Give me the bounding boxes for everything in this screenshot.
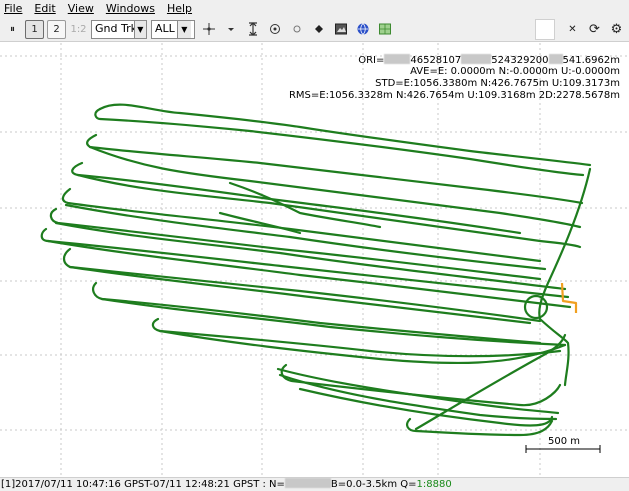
center-icon[interactable] bbox=[265, 20, 284, 39]
plot-canvas bbox=[0, 43, 629, 477]
solution-1-button[interactable]: 1 bbox=[25, 19, 44, 39]
menu-edit[interactable]: Edit bbox=[34, 0, 55, 17]
track-line bbox=[76, 173, 582, 249]
dropdown-arrow-icon[interactable] bbox=[221, 20, 240, 39]
quality-count: 1:8880 bbox=[416, 479, 452, 490]
menu-view[interactable]: View bbox=[68, 0, 94, 17]
image-icon[interactable] bbox=[331, 20, 350, 39]
toolbar: ⏸ 1 2 1:2 Gnd Trk ▼ ALL ▼ ✕ ⟳ ⚙ bbox=[0, 17, 629, 42]
track-line bbox=[71, 161, 522, 235]
rtkplot-window: File Edit View Windows Help ⏸ 1 2 1:2 Gn… bbox=[0, 0, 629, 491]
globe-icon[interactable] bbox=[353, 20, 372, 39]
menu-windows[interactable]: Windows bbox=[106, 0, 155, 17]
solution-filter-select[interactable]: ALL ▼ bbox=[151, 19, 195, 39]
rms-readout: RMS=E:1056.3328m N:426.7654m U:109.3168m… bbox=[288, 90, 620, 101]
track-loop bbox=[523, 294, 549, 320]
ground-track-plot[interactable]: ORI= 46528107 524329200 541.6962m AVE=E: 0.… bbox=[0, 43, 629, 477]
toolbar-input-field[interactable] bbox=[535, 18, 555, 40]
status-text: [1]2017/07/11 10:47:16 GPST-07/11 12:48:… bbox=[1, 479, 285, 490]
refresh-icon[interactable]: ⟳ bbox=[585, 20, 604, 39]
pause-button[interactable]: ⏸ bbox=[3, 20, 22, 39]
menu-bar: File Edit View Windows Help bbox=[0, 0, 629, 17]
solution-2-button[interactable]: 2 bbox=[47, 19, 66, 39]
fit-vertical-icon[interactable] bbox=[243, 20, 262, 39]
track-line bbox=[94, 107, 585, 177]
chevron-down-icon: ▼ bbox=[133, 20, 146, 38]
solution-filter-value: ALL bbox=[155, 21, 175, 35]
plot-type-value: Gnd Trk bbox=[95, 21, 134, 35]
crosshair-icon[interactable] bbox=[199, 20, 218, 39]
scale-bar-label: 500 m bbox=[548, 436, 581, 447]
close-icon[interactable]: ✕ bbox=[563, 20, 582, 39]
map-layer-icon[interactable] bbox=[375, 20, 394, 39]
point-icon[interactable] bbox=[309, 20, 328, 39]
chevron-down-icon: ▼ bbox=[176, 20, 191, 38]
average-readout: AVE=E: 0.0000m N:-0.0000m U:-0.0000m bbox=[410, 66, 620, 77]
menu-file[interactable]: File bbox=[4, 0, 22, 17]
std-readout: STD=E:1056.3380m N:426.7675m U:109.3173m bbox=[375, 78, 620, 89]
status-bar: [1]2017/07/11 10:47:16 GPST-07/11 12:48:… bbox=[0, 477, 629, 491]
track-line bbox=[151, 317, 562, 358]
plot-type-select[interactable]: Gnd Trk ▼ bbox=[91, 19, 147, 39]
solution-1-2-button[interactable]: 1:2 bbox=[69, 20, 88, 39]
float-solution-track bbox=[560, 282, 578, 313]
ground-track bbox=[40, 103, 592, 437]
settings-icon[interactable]: ⚙ bbox=[607, 20, 626, 39]
track-line bbox=[280, 363, 562, 407]
menu-help[interactable]: Help bbox=[167, 0, 192, 17]
circle-icon[interactable] bbox=[287, 20, 306, 39]
status-baseline: B=0.0-3.5km Q= bbox=[330, 479, 417, 490]
